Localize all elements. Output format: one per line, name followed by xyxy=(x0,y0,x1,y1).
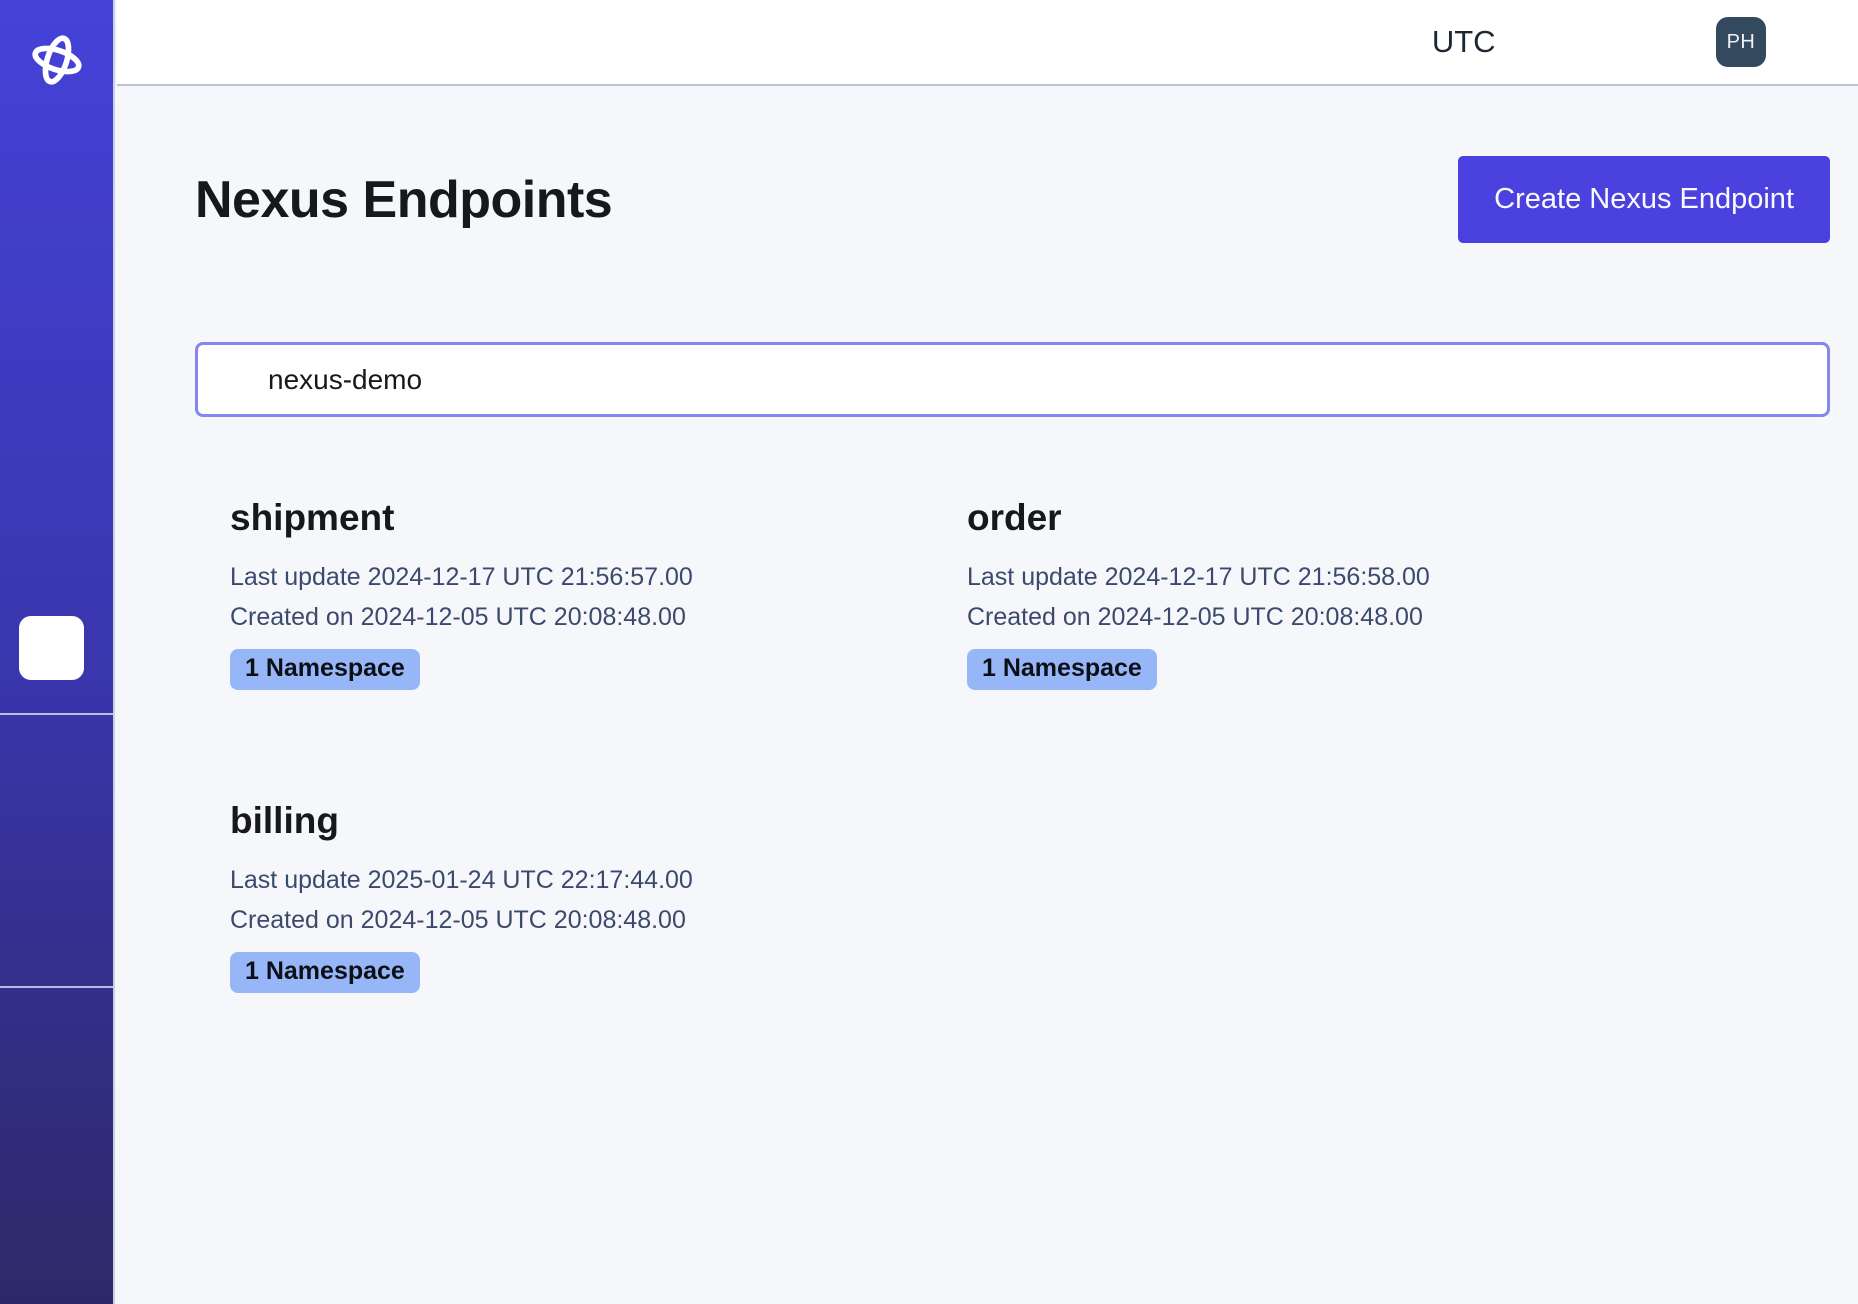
timezone-label: UTC xyxy=(1432,24,1496,59)
sidebar-item-workflows[interactable] xyxy=(0,267,113,303)
search-input[interactable] xyxy=(268,364,629,396)
account-menu-button[interactable] xyxy=(1782,28,1810,56)
codec-settings-button[interactable] xyxy=(1604,22,1644,62)
sidebar-item-settings[interactable] xyxy=(0,904,113,940)
endpoint-last-update: Last update 2024-12-17 UTC 21:56:57.00 xyxy=(230,557,967,597)
endpoint-card[interactable]: shipment Last update 2024-12-17 UTC 21:5… xyxy=(230,497,967,690)
sidebar-divider xyxy=(0,986,113,988)
topbar: UTC PH xyxy=(117,0,1858,86)
temporal-logo[interactable] xyxy=(0,26,113,94)
sidebar-item-nexus-active[interactable] xyxy=(19,616,84,680)
endpoint-name[interactable]: order xyxy=(967,497,1704,539)
sidebar-item-schedules[interactable] xyxy=(0,342,113,378)
main-content: Nexus Endpoints Create Nexus Endpoint sh… xyxy=(117,88,1858,1304)
endpoint-meta: Last update 2024-12-17 UTC 21:56:58.00 C… xyxy=(967,557,1704,637)
sidebar-divider xyxy=(0,713,113,715)
endpoint-card[interactable]: order Last update 2024-12-17 UTC 21:56:5… xyxy=(967,497,1704,690)
page-header: Nexus Endpoints Create Nexus Endpoint xyxy=(195,156,1830,243)
endpoint-name[interactable]: shipment xyxy=(230,497,967,539)
endpoint-created: Created on 2024-12-05 UTC 20:08:48.00 xyxy=(967,597,1704,637)
namespace-badge: 1 Namespace xyxy=(230,952,420,993)
timezone-selector[interactable]: UTC xyxy=(1374,24,1528,60)
endpoint-last-update: Last update 2025-01-24 UTC 22:17:44.00 xyxy=(230,860,967,900)
endpoint-meta: Last update 2025-01-24 UTC 22:17:44.00 C… xyxy=(230,860,967,940)
endpoint-created: Created on 2024-12-05 UTC 20:08:48.00 xyxy=(230,597,967,637)
endpoint-name[interactable]: billing xyxy=(230,800,967,842)
create-nexus-endpoint-button[interactable]: Create Nexus Endpoint xyxy=(1458,156,1830,243)
sidebar-item-namespaces[interactable] xyxy=(0,559,113,595)
avatar[interactable]: PH xyxy=(1716,17,1766,67)
sidebar-item-usage[interactable] xyxy=(0,760,113,796)
sidebar-item-getting-started[interactable] xyxy=(0,1248,113,1284)
sidebar-item-batch[interactable] xyxy=(0,415,113,451)
sidebar-item-support[interactable] xyxy=(0,1034,113,1070)
page-title: Nexus Endpoints xyxy=(195,170,612,230)
endpoint-grid: shipment Last update 2024-12-17 UTC 21:5… xyxy=(195,497,1830,993)
endpoint-meta: Last update 2024-12-17 UTC 21:56:57.00 C… xyxy=(230,557,967,637)
endpoint-created: Created on 2024-12-05 UTC 20:08:48.00 xyxy=(230,900,967,940)
sidebar-item-quick-actions[interactable] xyxy=(0,1176,113,1212)
endpoint-card[interactable]: billing Last update 2025-01-24 UTC 22:17… xyxy=(230,800,967,993)
search-bar[interactable] xyxy=(195,342,1830,417)
sidebar xyxy=(0,0,115,1304)
sidebar-item-docs[interactable] xyxy=(0,1105,113,1141)
endpoint-last-update: Last update 2024-12-17 UTC 21:56:58.00 xyxy=(967,557,1704,597)
namespace-badge: 1 Namespace xyxy=(967,649,1157,690)
sidebar-item-billing[interactable] xyxy=(0,832,113,868)
sidebar-item-deployments[interactable] xyxy=(0,487,113,523)
namespace-badge: 1 Namespace xyxy=(230,649,420,690)
